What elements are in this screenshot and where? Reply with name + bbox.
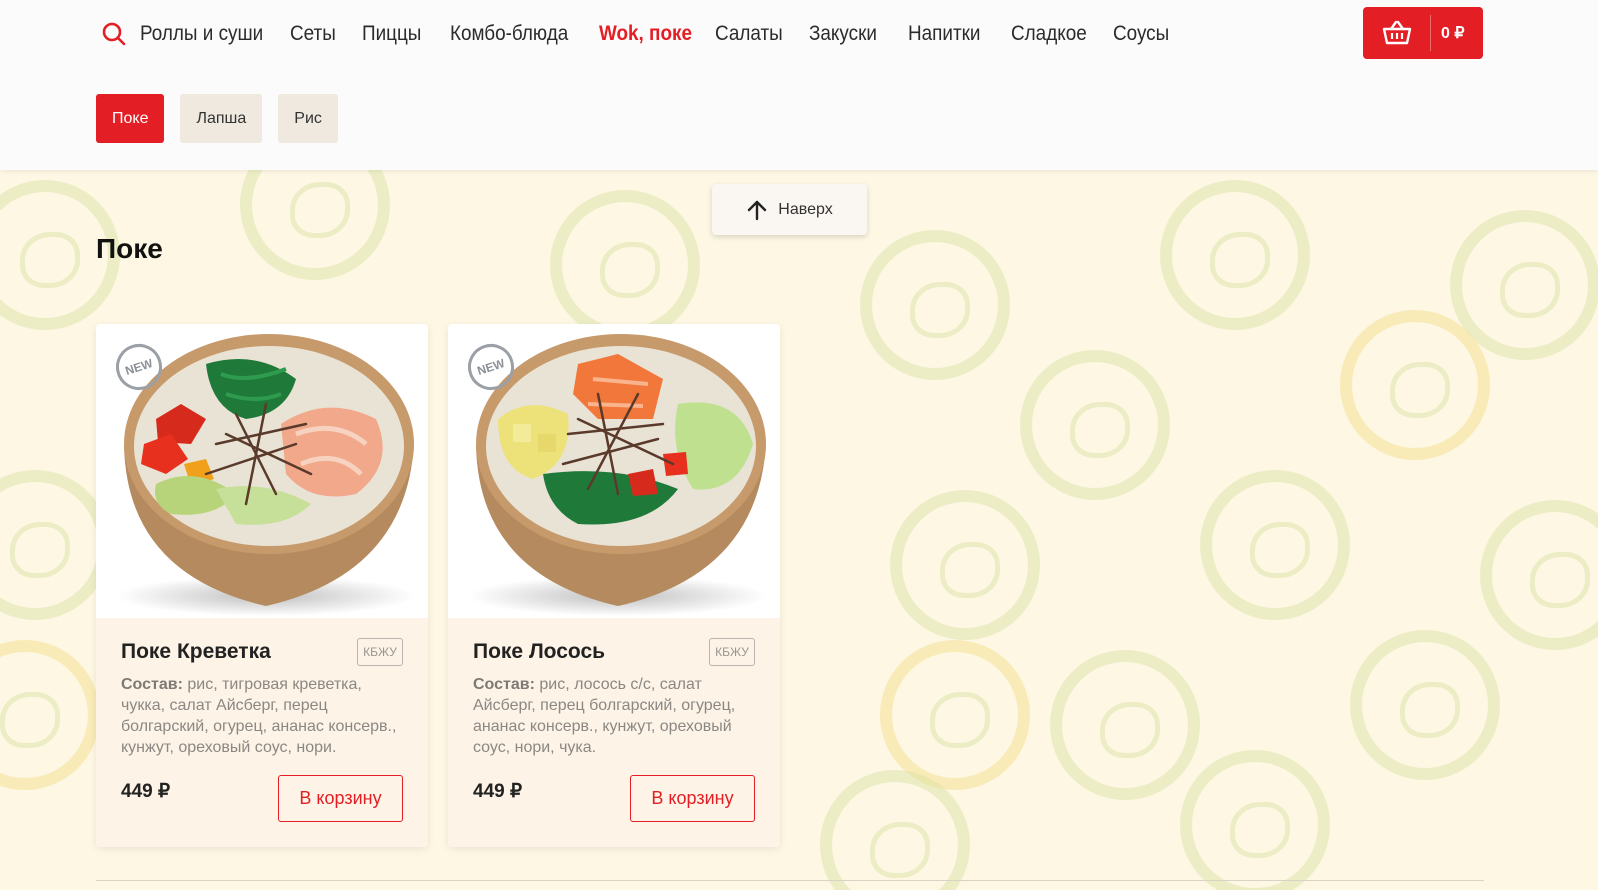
back-to-top-button[interactable]: Наверх bbox=[712, 184, 867, 235]
nav-item-salads[interactable]: Салаты bbox=[715, 22, 800, 46]
nav-list: Роллы и суши Сеты Пиццы Комбо-блюда Wok,… bbox=[140, 22, 1183, 46]
product-description: Состав: рис, тигровая креветка, чукка, с… bbox=[121, 674, 406, 758]
nutrition-button[interactable]: КБЖУ bbox=[357, 638, 403, 666]
cart-button[interactable]: 0 ₽ bbox=[1363, 7, 1483, 59]
add-to-cart-button[interactable]: В корзину bbox=[630, 775, 755, 822]
search-button[interactable] bbox=[96, 16, 132, 52]
site-header: Роллы и суши Сеты Пиццы Комбо-блюда Wok,… bbox=[0, 0, 1598, 170]
product-name: Поке Лосось bbox=[473, 640, 606, 663]
basket-icon bbox=[1363, 15, 1431, 51]
product-price: 449 ₽ bbox=[473, 781, 523, 802]
product-card: NEW Поке Лосось КБЖУ Состав: рис, лосось… bbox=[448, 324, 780, 847]
arrow-up-icon bbox=[748, 200, 767, 220]
cart-total: 0 ₽ bbox=[1441, 25, 1465, 42]
section-divider bbox=[96, 880, 1484, 881]
nav-item-desserts[interactable]: Сладкое bbox=[1011, 22, 1103, 46]
nav-item-rolls[interactable]: Роллы и суши bbox=[140, 22, 275, 46]
product-photo[interactable]: NEW bbox=[96, 324, 428, 618]
nav-item-pizza[interactable]: Пиццы bbox=[362, 22, 441, 46]
description-label: Состав: bbox=[121, 676, 183, 693]
nav-item-sets[interactable]: Сеты bbox=[290, 22, 355, 46]
product-name: Поке Креветка bbox=[121, 640, 271, 663]
subtab-noodles[interactable]: Лапша bbox=[180, 94, 263, 143]
product-price: 449 ₽ bbox=[121, 781, 171, 802]
product-description: Состав: рис, лосось с/с, салат Айсберг, … bbox=[473, 674, 758, 758]
nav-item-drinks[interactable]: Напитки bbox=[908, 22, 1001, 46]
subcategory-tabs: Поке Лапша Рис bbox=[96, 94, 338, 143]
nav-item-sauces[interactable]: Соусы bbox=[1113, 22, 1176, 46]
product-card: NEW Поке Креветка КБЖУ Состав: рис, тигр… bbox=[96, 324, 428, 847]
nav-item-snacks[interactable]: Закуски bbox=[809, 22, 898, 46]
add-to-cart-button[interactable]: В корзину bbox=[278, 775, 403, 822]
product-photo[interactable]: NEW bbox=[448, 324, 780, 618]
back-to-top-label: Наверх bbox=[778, 200, 833, 218]
subtab-rice[interactable]: Рис bbox=[278, 94, 338, 143]
search-icon bbox=[102, 22, 126, 46]
section-title: Поке bbox=[96, 233, 163, 264]
description-label: Состав: bbox=[473, 676, 535, 693]
nav-item-combo[interactable]: Комбо-блюда bbox=[450, 22, 584, 46]
main-nav: Роллы и суши Сеты Пиццы Комбо-блюда Wok,… bbox=[96, 14, 1183, 54]
nav-item-wok-poke[interactable]: Wok, поке bbox=[599, 22, 703, 46]
subtab-poke[interactable]: Поке bbox=[96, 94, 165, 143]
nutrition-button[interactable]: КБЖУ bbox=[709, 638, 755, 666]
